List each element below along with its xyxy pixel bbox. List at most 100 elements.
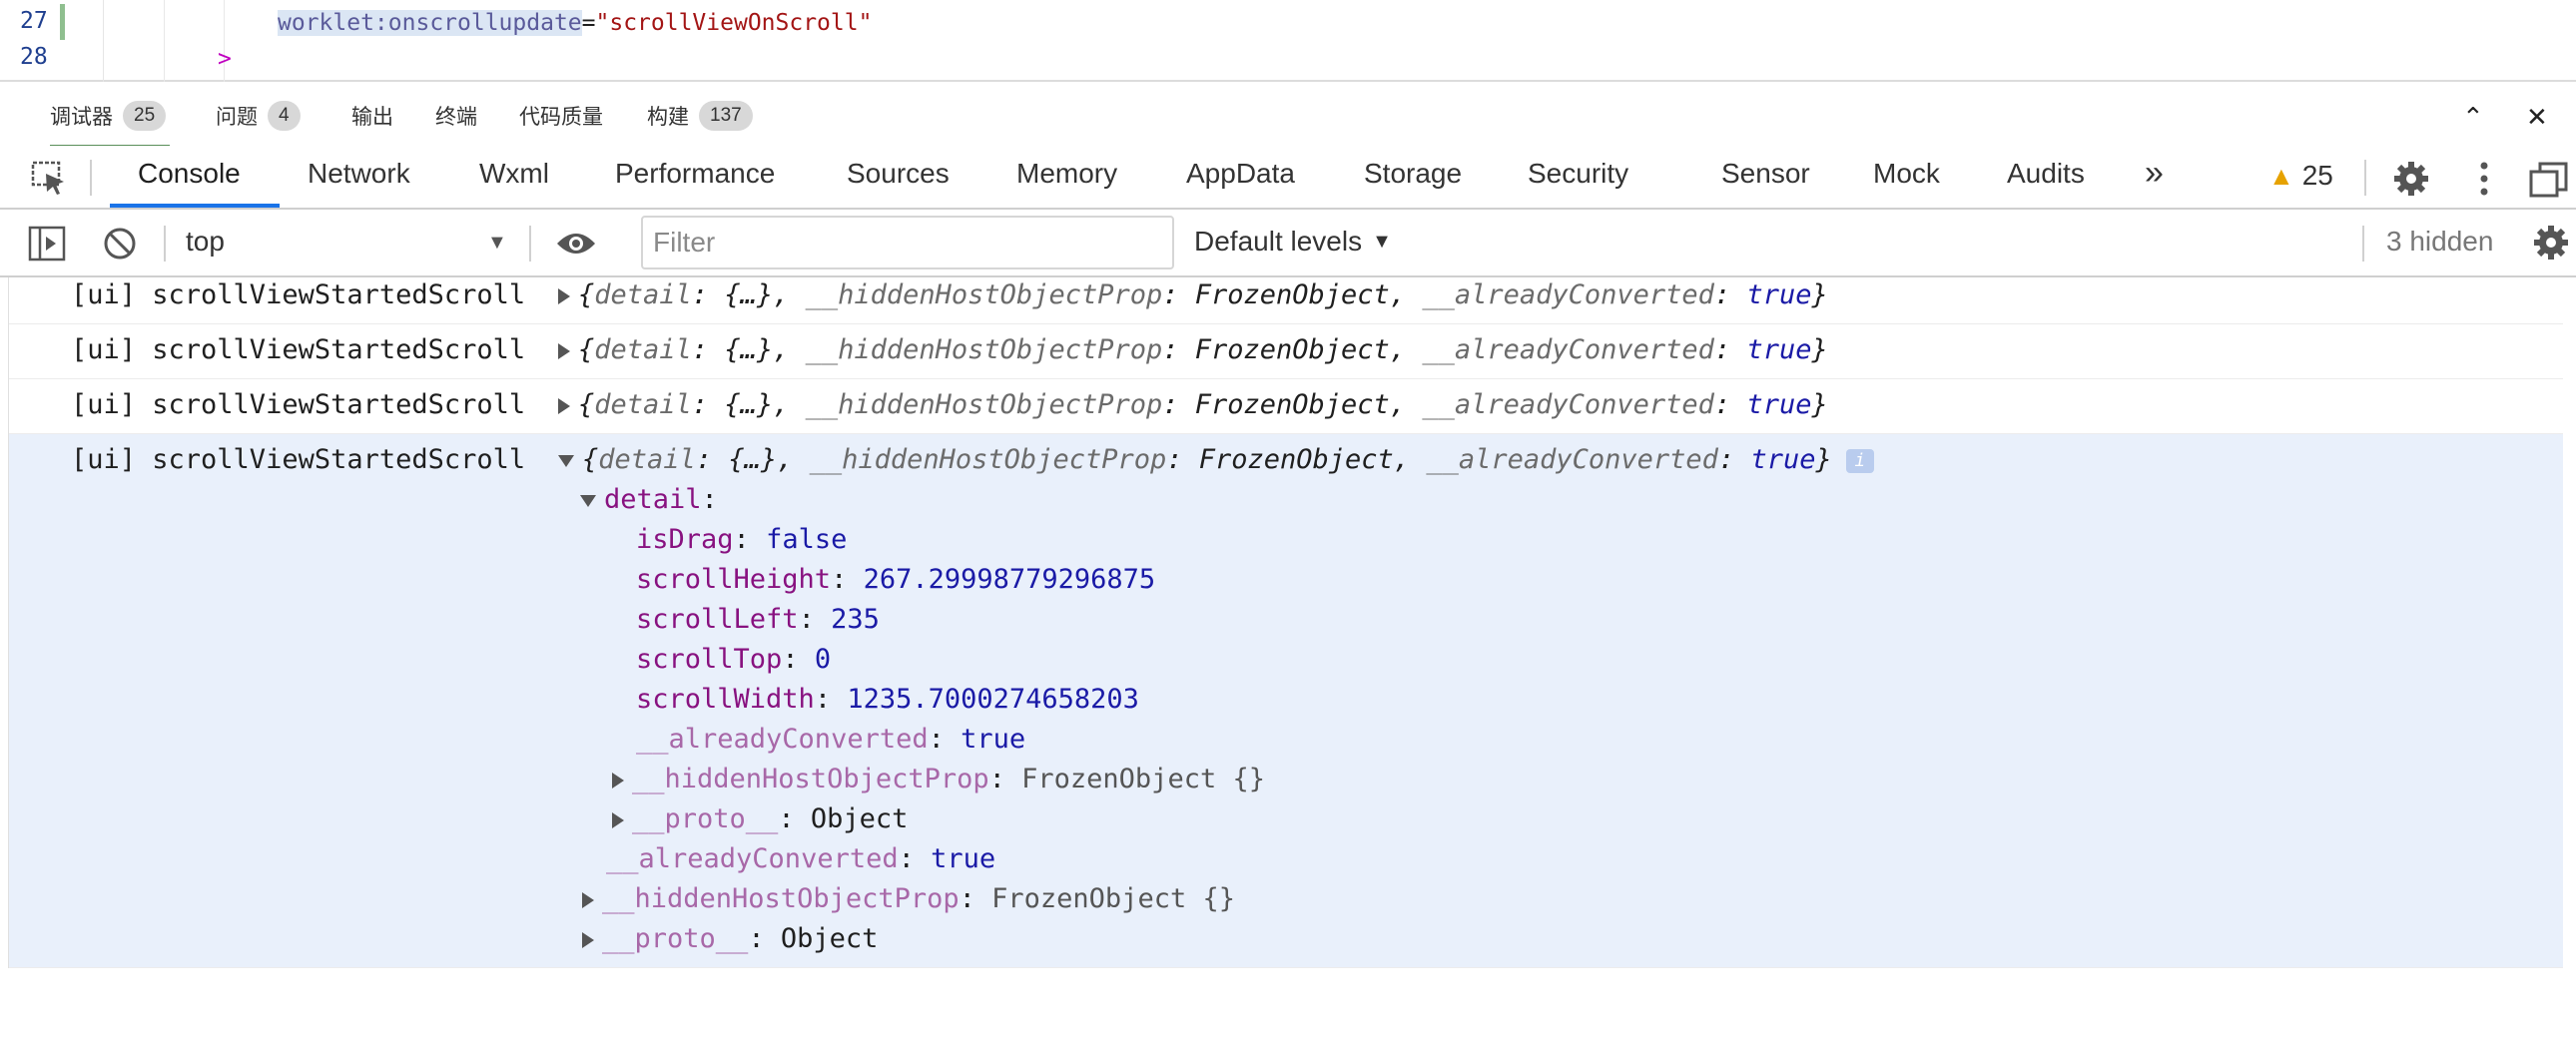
tab-performance[interactable]: Performance [615,158,775,190]
expand-arrow-icon[interactable] [558,397,570,414]
property-key: scrollTop [636,644,783,675]
clear-console-icon[interactable] [102,226,138,266]
value: true [1750,444,1816,475]
property-key: __hiddenHostObjectProp [602,883,960,914]
console-settings-gear-icon[interactable] [2532,224,2570,266]
code-editor[interactable]: 27 28 worklet:onscrollupdate="scrollView… [0,0,2576,82]
tree-detail[interactable]: detail: [580,484,718,515]
property-value: 1235.7000274658203 [847,684,1139,715]
settings-gear-icon[interactable] [2392,160,2430,203]
expand-arrow-icon[interactable] [612,772,624,789]
property-key: scrollHeight [636,564,832,595]
object-preview[interactable]: {detail: {…}, __hiddenHostObjectProp: Fr… [558,389,1828,420]
close-panel-icon[interactable]: ✕ [2526,102,2548,133]
key: detail [594,389,692,420]
property-key: detail [604,484,702,515]
chevron-down-icon[interactable]: ▼ [487,232,507,255]
expand-arrow-icon[interactable] [612,811,624,828]
property-key: __alreadyConverted [636,724,929,755]
tab-output[interactable]: 输出 [351,98,393,134]
tab-label: 代码质量 [519,106,603,129]
eye-icon[interactable] [555,230,597,263]
log-message: [ui] scrollViewStartedScroll [71,334,526,365]
tab-memory[interactable]: Memory [1016,158,1117,190]
tab-wxml[interactable]: Wxml [479,158,549,190]
tab-terminal[interactable]: 终端 [435,98,477,134]
brace: { [578,279,595,310]
count-badge: 4 [268,101,301,131]
tab-sensor[interactable]: Sensor [1721,158,1810,190]
info-icon[interactable]: i [1845,448,1874,473]
expand-arrow-icon[interactable] [582,891,594,908]
tab-security[interactable]: Security [1528,158,1628,190]
context-selector[interactable]: top [186,226,225,258]
inspect-element-icon[interactable] [30,160,68,203]
sidebar-toggle-icon[interactable] [28,226,66,266]
key: detail [594,334,692,365]
dock-side-icon[interactable] [2528,160,2568,203]
tab-debugger[interactable]: 调试器 25 [50,98,171,148]
log-message: [ui] scrollViewStartedScroll [71,389,526,420]
tab-problems[interactable]: 问题 4 [216,98,301,134]
key: __hiddenHostObjectProp [805,279,1163,310]
collapse-arrow-icon[interactable] [558,454,574,467]
property-key: __hiddenHostObjectProp [632,764,989,794]
key: __hiddenHostObjectProp [805,389,1163,420]
more-options-icon[interactable] [2474,160,2494,203]
console-output[interactable]: [ui] scrollViewStartedScroll {detail: {…… [8,277,2563,968]
more-tabs-icon[interactable]: » [2145,154,2164,193]
tab-storage[interactable]: Storage [1364,158,1462,190]
object-preview[interactable]: {detail: {…}, __hiddenHostObjectProp: Fr… [558,334,1828,365]
property-value: Object [780,923,879,954]
tree-prop: scrollWidth: 1235.7000274658203 [636,684,1139,715]
tab-sources[interactable]: Sources [847,158,950,190]
active-tab-indicator [110,204,280,208]
tree-prop: scrollHeight: 267.29998779296875 [636,564,1156,595]
brace: } [1811,389,1828,420]
tab-build[interactable]: 构建 137 [647,98,753,134]
code-line-27[interactable]: worklet:onscrollupdate="scrollViewOnScro… [278,10,872,36]
collapse-panel-icon[interactable]: ⌃ [2462,102,2484,133]
warnings-counter[interactable]: ▲ 25 [2268,160,2333,192]
colon: : [1717,444,1751,475]
value: : {…}, [691,279,806,310]
property-value: true [961,724,1026,755]
tree-prop[interactable]: __proto__: Object [612,803,908,834]
expand-arrow-icon[interactable] [582,931,594,948]
filter-input[interactable] [641,216,1174,269]
tab-label: 构建 [647,106,689,129]
tab-code-quality[interactable]: 代码质量 [519,98,603,134]
object-preview[interactable]: {detail: {…}, __hiddenHostObjectProp: Fr… [558,444,1874,475]
expand-arrow-icon[interactable] [558,287,570,304]
divider [2362,226,2364,262]
log-levels-dropdown[interactable]: Default levels ▼ [1194,226,1392,258]
tab-console[interactable]: Console [138,158,241,190]
log-row[interactable]: [ui] scrollViewStartedScroll {detail: {…… [9,269,2563,324]
tab-network[interactable]: Network [308,158,410,190]
brace: } [1811,334,1828,365]
tab-label: 终端 [435,106,477,129]
console-toolbar: top ▼ Default levels ▼ 3 hidden [0,210,2576,277]
tab-label: 输出 [351,106,393,129]
expand-arrow-icon[interactable] [558,342,570,359]
log-row[interactable]: [ui] scrollViewStartedScroll {detail: {…… [9,379,2563,434]
change-marker [60,4,65,40]
colon: : [701,484,718,515]
log-row[interactable]: [ui] scrollViewStartedScroll {detail: {…… [9,324,2563,379]
divider [164,226,166,262]
tree-prop: scrollLeft: 235 [636,604,880,635]
collapse-arrow-icon[interactable] [580,494,596,507]
key: __hiddenHostObjectProp [809,444,1167,475]
tree-prop[interactable]: __proto__: Object [582,923,878,954]
tree-prop[interactable]: __hiddenHostObjectProp: FrozenObject {} [582,883,1235,914]
log-row-expanded[interactable]: [ui] scrollViewStartedScroll {detail: {…… [9,434,2563,968]
tab-audits[interactable]: Audits [2007,158,2085,190]
hidden-messages-count[interactable]: 3 hidden [2386,226,2493,258]
tree-prop[interactable]: __hiddenHostObjectProp: FrozenObject {} [612,764,1265,794]
tab-appdata[interactable]: AppData [1186,158,1295,190]
property-key: scrollWidth [636,684,815,715]
code-line-28[interactable]: > [218,46,232,72]
object-preview[interactable]: {detail: {…}, __hiddenHostObjectProp: Fr… [558,279,1828,310]
tab-mock[interactable]: Mock [1873,158,1940,190]
line-number: 28 [20,44,48,70]
